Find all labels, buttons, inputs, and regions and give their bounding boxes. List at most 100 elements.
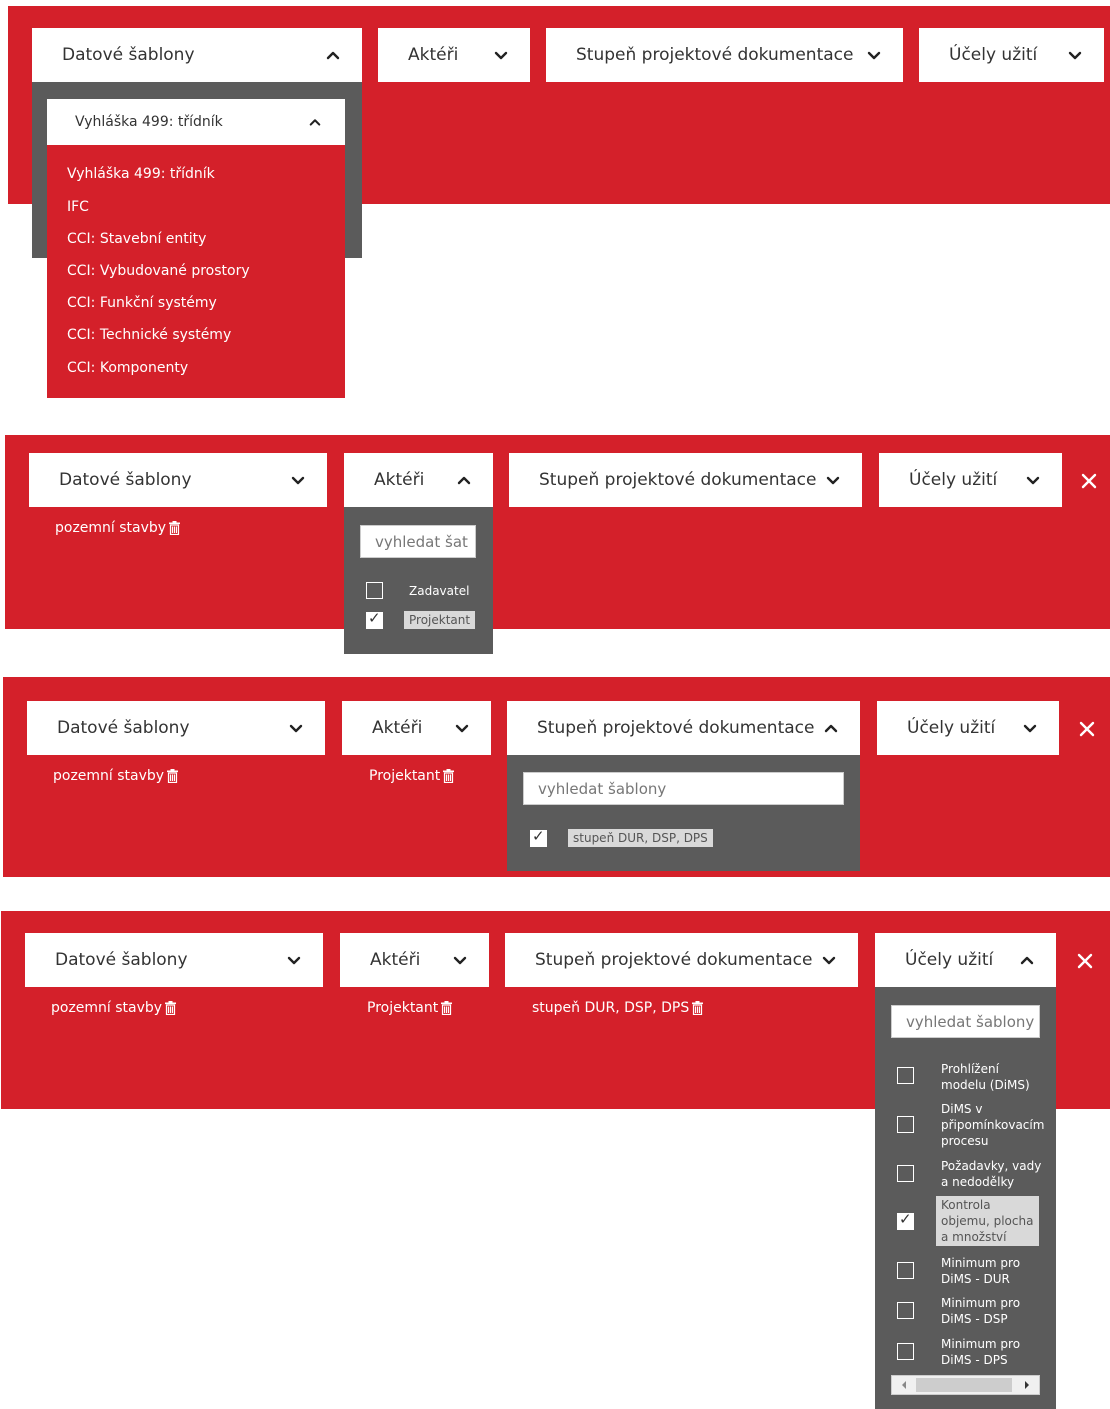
chevron-down-icon — [1068, 51, 1082, 60]
trash-icon[interactable] — [443, 769, 455, 783]
selected-chip-pozemni-stavby: pozemní stavby — [51, 1000, 177, 1016]
chevron-up-icon — [309, 119, 321, 126]
stupen-label: Stupeň projektové dokumentace — [535, 950, 813, 970]
checkmark-icon: ✓ — [532, 827, 545, 845]
datove-sablony-dropdown[interactable]: Datové šablony — [32, 28, 362, 82]
trash-icon[interactable] — [169, 521, 181, 535]
datove-sablony-dropdown[interactable]: Datové šablony — [25, 933, 323, 987]
ucely-dropdown[interactable]: Účely užití — [877, 701, 1059, 755]
datove-sablony-dropdown[interactable]: Datové šablony — [29, 453, 327, 507]
checkbox-minimum-dps[interactable] — [897, 1343, 914, 1360]
checkbox-projektant[interactable]: ✓ — [366, 609, 383, 629]
close-icon[interactable] — [1076, 952, 1094, 970]
akteri-label: Aktéři — [408, 45, 459, 65]
option-cci-technicke[interactable]: CCI: Technické systémy — [67, 327, 231, 343]
close-icon[interactable] — [1078, 720, 1096, 738]
scroll-right-icon[interactable] — [1022, 1380, 1032, 1390]
stupen-label: Stupeň projektové dokumentace — [537, 718, 815, 738]
ucely-search-input[interactable]: vyhledat šablony — [891, 1005, 1040, 1038]
scrollbar-thumb[interactable] — [916, 1378, 1012, 1392]
checkmark-icon: ✓ — [899, 1210, 912, 1228]
checkbox-pozadavky-vady[interactable] — [897, 1165, 914, 1182]
stupen-dropdown[interactable]: Stupeň projektové dokumentace — [505, 933, 858, 987]
ucely-dropdown[interactable]: Účely užití — [875, 933, 1056, 987]
checkbox-prohlizeni-modelu[interactable] — [897, 1067, 914, 1084]
chevron-down-icon — [287, 956, 301, 965]
stupen-dropdown[interactable]: Stupeň projektové dokumentace — [507, 701, 860, 755]
option-line: Minimum pro — [941, 1337, 1021, 1351]
close-icon[interactable] — [1080, 472, 1098, 490]
checkbox-minimum-dsp[interactable] — [897, 1302, 914, 1319]
option-label-dims-pripominkovacim: DiMS v připomínkovacím procesu — [941, 1101, 1044, 1149]
stupen-dropdown[interactable]: Stupeň projektové dokumentace — [546, 28, 903, 82]
option-line: a nedodělky — [941, 1175, 1015, 1189]
scroll-left-icon[interactable] — [899, 1380, 909, 1390]
option-cci-funkcni[interactable]: CCI: Funkční systémy — [67, 295, 217, 311]
option-label-minimum-dur: Minimum pro DiMS - DUR — [941, 1255, 1020, 1287]
option-label-prohlizeni-modelu: Prohlížení modelu (DiMS) — [941, 1061, 1030, 1093]
datove-sablony-label: Datové šablony — [59, 470, 192, 490]
chevron-down-icon — [822, 956, 836, 965]
option-line: Prohlížení — [941, 1062, 999, 1076]
akteri-dropdown[interactable]: Aktéři — [342, 701, 491, 755]
option-line: Minimum pro — [941, 1256, 1021, 1270]
chip-label: pozemní stavby — [51, 1000, 163, 1016]
akteri-label: Aktéři — [372, 718, 423, 738]
option-vyhlaska[interactable]: Vyhláška 499: třídník — [67, 166, 215, 182]
stupen-label: Stupeň projektové dokumentace — [576, 45, 854, 65]
selected-chip-stupen: stupeň DUR, DSP, DPS — [532, 1000, 704, 1016]
checkbox-stupen-dur-dsp-dps[interactable]: ✓ — [530, 827, 547, 847]
option-cci-stavebni[interactable]: CCI: Stavební entity — [67, 231, 206, 247]
option-label-pozadavky-vady: Požadavky, vady a nedodělky — [941, 1158, 1041, 1190]
datove-sablony-dropdown[interactable]: Datové šablony — [27, 701, 325, 755]
checkbox-dims-pripominkovacim[interactable] — [897, 1116, 914, 1133]
ucely-dropdown[interactable]: Účely užití — [919, 28, 1104, 82]
akteri-dropdown[interactable]: Aktéři — [344, 453, 493, 507]
checkmark-icon: ✓ — [368, 609, 381, 627]
option-label-projektant: Projektant — [404, 611, 476, 629]
option-cci-vybudovane[interactable]: CCI: Vybudované prostory — [67, 263, 250, 279]
stupen-dropdown[interactable]: Stupeň projektové dokumentace — [509, 453, 862, 507]
option-line: objemu, plocha — [941, 1214, 1034, 1228]
option-label-minimum-dps: Minimum pro DiMS - DPS — [941, 1336, 1020, 1368]
classification-select-value: Vyhláška 499: třídník — [75, 114, 223, 130]
chevron-up-icon — [457, 476, 471, 485]
option-line: modelu (DiMS) — [941, 1078, 1030, 1092]
chevron-down-icon — [1026, 476, 1040, 485]
option-label-kontrola-objemu: Kontrola objemu, plocha a množství — [936, 1196, 1039, 1246]
akteri-label: Aktéři — [374, 470, 425, 490]
selected-chip-projektant: Projektant — [369, 768, 455, 784]
chip-label: pozemní stavby — [53, 768, 165, 784]
classification-select[interactable]: Vyhláška 499: třídník — [47, 99, 345, 145]
chip-label: pozemní stavby — [55, 520, 167, 536]
ucely-label: Účely užití — [949, 45, 1038, 65]
stupen-search-placeholder: vyhledat šablony — [538, 779, 667, 798]
akteri-dropdown[interactable]: Aktéři — [340, 933, 489, 987]
trash-icon[interactable] — [165, 1001, 177, 1015]
datove-sablony-label: Datové šablony — [57, 718, 190, 738]
stupen-label: Stupeň projektové dokumentace — [539, 470, 817, 490]
checkbox-zadavatel[interactable] — [366, 582, 383, 599]
option-line: a množství — [941, 1230, 1007, 1244]
akteri-search-input[interactable]: vyhledat šat — [360, 525, 476, 558]
option-line: Požadavky, vady — [941, 1159, 1042, 1173]
option-ifc[interactable]: IFC — [67, 199, 89, 215]
option-cci-komponenty[interactable]: CCI: Komponenty — [67, 360, 188, 376]
trash-icon[interactable] — [167, 769, 179, 783]
selected-chip-pozemni-stavby: pozemní stavby — [53, 768, 179, 784]
horizontal-scrollbar[interactable] — [891, 1375, 1040, 1395]
stupen-search-input[interactable]: vyhledat šablony — [523, 772, 844, 805]
checkbox-kontrola-objemu[interactable]: ✓ — [897, 1210, 914, 1230]
chevron-up-icon — [326, 51, 340, 60]
akteri-dropdown[interactable]: Aktéři — [378, 28, 530, 82]
selected-chip-pozemni-stavby: pozemní stavby — [55, 520, 181, 536]
option-line: připomínkovacím — [941, 1118, 1045, 1132]
trash-icon[interactable] — [692, 1001, 704, 1015]
chip-label: Projektant — [367, 1000, 439, 1016]
option-label-stupen-dur-dsp-dps: stupeň DUR, DSP, DPS — [568, 829, 713, 847]
chip-label: Projektant — [369, 768, 441, 784]
chevron-down-icon — [289, 724, 303, 733]
trash-icon[interactable] — [441, 1001, 453, 1015]
ucely-dropdown[interactable]: Účely užití — [879, 453, 1062, 507]
checkbox-minimum-dur[interactable] — [897, 1262, 914, 1279]
